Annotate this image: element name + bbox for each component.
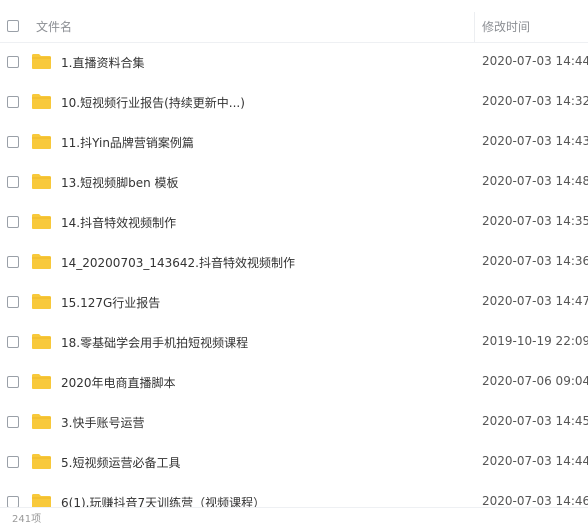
file-row[interactable]: 1.直播资料合集 2020-07-03 14:44 — [0, 42, 588, 82]
row-checkbox[interactable] — [7, 336, 19, 348]
folder-icon — [32, 214, 51, 229]
row-checkbox[interactable] — [7, 136, 19, 148]
file-row[interactable]: 14_20200703_143642.抖音特效视频制作 2020-07-03 1… — [0, 242, 588, 282]
row-checkbox[interactable] — [7, 96, 19, 108]
file-modified-time: 2020-07-03 14:46 — [482, 494, 588, 508]
file-row[interactable]: 18.零基础学会用手机拍短视频课程 2019-10-19 22:09 — [0, 322, 588, 362]
file-row[interactable]: 13.短视频脚ben 模板 2020-07-03 14:48 — [0, 162, 588, 202]
file-name[interactable]: 13.短视频脚ben 模板 — [61, 174, 179, 191]
file-row[interactable]: 3.快手账号运营 2020-07-03 14:45 — [0, 402, 588, 442]
column-header-modified[interactable]: 修改时间 — [482, 18, 530, 35]
column-header-name[interactable]: 文件名 — [36, 18, 72, 35]
file-name[interactable]: 18.零基础学会用手机拍短视频课程 — [61, 334, 248, 351]
folder-icon — [32, 254, 51, 269]
column-divider[interactable] — [474, 12, 475, 42]
select-all-checkbox[interactable] — [7, 20, 19, 32]
file-modified-time: 2020-07-03 14:35 — [482, 214, 588, 228]
row-checkbox[interactable] — [7, 216, 19, 228]
folder-icon — [32, 294, 51, 309]
file-name[interactable]: 14_20200703_143642.抖音特效视频制作 — [61, 254, 295, 271]
file-name[interactable]: 15.127G行业报告 — [61, 294, 160, 311]
file-name[interactable]: 1.直播资料合集 — [61, 54, 144, 71]
row-checkbox[interactable] — [7, 256, 19, 268]
file-modified-time: 2020-07-03 14:44 — [482, 54, 588, 68]
folder-icon — [32, 454, 51, 469]
file-name[interactable]: 11.抖Yin品牌营销案例篇 — [61, 134, 194, 151]
file-modified-time: 2020-07-06 09:04 — [482, 374, 588, 388]
file-name[interactable]: 10.短视频行业报告(持续更新中...) — [61, 94, 245, 111]
file-row[interactable]: 11.抖Yin品牌营销案例篇 2020-07-03 14:43 — [0, 122, 588, 162]
file-modified-time: 2019-10-19 22:09 — [482, 334, 588, 348]
folder-icon — [32, 334, 51, 349]
row-checkbox[interactable] — [7, 456, 19, 468]
row-checkbox[interactable] — [7, 416, 19, 428]
file-modified-time: 2020-07-03 14:45 — [482, 414, 588, 428]
file-list-header: 文件名 修改时间 — [0, 0, 588, 43]
folder-icon — [32, 494, 51, 508]
folder-icon — [32, 94, 51, 109]
file-row[interactable]: 5.短视频运营必备工具 2020-07-03 14:44 — [0, 442, 588, 482]
file-modified-time: 2020-07-03 14:47 — [482, 294, 588, 308]
file-row[interactable]: 10.短视频行业报告(持续更新中...) 2020-07-03 14:32 — [0, 82, 588, 122]
folder-icon — [32, 374, 51, 389]
row-checkbox[interactable] — [7, 176, 19, 188]
file-row[interactable]: 14.抖音特效视频制作 2020-07-03 14:35 — [0, 202, 588, 242]
folder-icon — [32, 54, 51, 69]
row-checkbox[interactable] — [7, 296, 19, 308]
file-name[interactable]: 5.短视频运营必备工具 — [61, 454, 180, 471]
file-row[interactable]: 6(1).玩赚抖音7天训练营（视频课程） 2020-07-03 14:46 — [0, 482, 588, 508]
file-list: 1.直播资料合集 2020-07-03 14:44 10.短视频行业报告(持续更… — [0, 42, 588, 508]
row-checkbox[interactable] — [7, 56, 19, 68]
file-row[interactable]: 2020年电商直播脚本 2020-07-06 09:04 — [0, 362, 588, 402]
file-name[interactable]: 6(1).玩赚抖音7天训练营（视频课程） — [61, 494, 265, 508]
folder-icon — [32, 134, 51, 149]
file-modified-time: 2020-07-03 14:43 — [482, 134, 588, 148]
file-modified-time: 2020-07-03 14:36 — [482, 254, 588, 268]
folder-icon — [32, 414, 51, 429]
file-name[interactable]: 3.快手账号运营 — [61, 414, 144, 431]
file-modified-time: 2020-07-03 14:44 — [482, 454, 588, 468]
row-checkbox[interactable] — [7, 376, 19, 388]
file-modified-time: 2020-07-03 14:32 — [482, 94, 588, 108]
status-bar: 241项 — [0, 507, 588, 525]
file-name[interactable]: 2020年电商直播脚本 — [61, 374, 176, 391]
file-name[interactable]: 14.抖音特效视频制作 — [61, 214, 176, 231]
folder-icon — [32, 174, 51, 189]
item-count: 241项 — [12, 514, 42, 525]
file-modified-time: 2020-07-03 14:48 — [482, 174, 588, 188]
file-row[interactable]: 15.127G行业报告 2020-07-03 14:47 — [0, 282, 588, 322]
